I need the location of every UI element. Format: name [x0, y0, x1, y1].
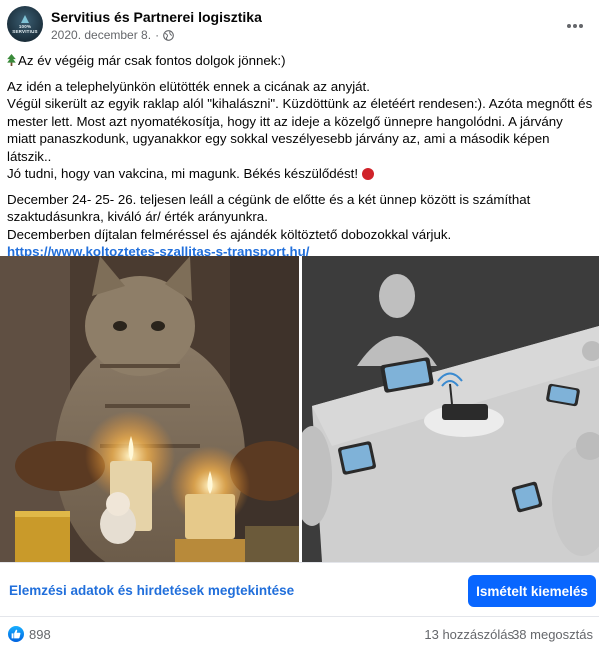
page-name-link[interactable]: Servitius és Partnerei logisztika: [51, 9, 262, 25]
post-photos: [0, 256, 599, 562]
post-paragraph-2: Az idén a telephelyünkön elütötték ennek…: [7, 78, 595, 183]
cat-photo-illustration: [0, 256, 299, 562]
post-date-link[interactable]: 2020. december 8.: [51, 28, 151, 42]
more-options-button[interactable]: [563, 14, 587, 38]
red-heart-emoji-icon: [361, 168, 374, 180]
shares-count-link[interactable]: 38 megosztás: [512, 627, 593, 642]
p2-line-1: Az idén a telephelyünkön elütötték ennek…: [7, 78, 370, 94]
p2-line-3: mester lett. Most azt nyomatékosítja, ho…: [7, 113, 563, 129]
like-icon: [11, 629, 21, 639]
view-insights-link[interactable]: Elemzési adatok és hirdetések megtekinté…: [9, 583, 294, 598]
like-count[interactable]: 898: [29, 627, 51, 642]
p3-line-3: Decemberben díjtalan felméréssel és aján…: [7, 226, 452, 242]
meta-separator: ·: [155, 28, 160, 42]
like-reaction-badge[interactable]: [8, 626, 24, 642]
p2-line-5: Jó tudni, hogy van vakcina, mi magunk. B…: [7, 166, 359, 181]
avatar-logo-text-2: SERVITIUS: [12, 28, 38, 34]
post-paragraph-1: Az év végéig már csak fontos dolgok jönn…: [7, 52, 595, 70]
page-avatar[interactable]: 100% SERVITIUS: [7, 6, 43, 42]
globe-icon: [163, 29, 174, 41]
avatar-logo-icon: [21, 14, 29, 23]
p2-line-2: Végül sikerült az egyik raklap alól "kih…: [7, 96, 593, 111]
table-photo-illustration: [302, 256, 599, 562]
boost-again-button[interactable]: Ismételt kiemelés: [468, 575, 596, 607]
cat-with-candles-photo[interactable]: [0, 256, 299, 562]
post-paragraph-1-text: Az év végéig már csak fontos dolgok jönn…: [18, 53, 286, 68]
post-stats: 898 13 hozzászólás 38 megosztás: [0, 616, 599, 650]
more-icon: [567, 24, 583, 28]
p2-line-4: miatt panaszkodunk, ugyanakkor egy sokka…: [7, 131, 550, 164]
devices-table-photo[interactable]: [302, 256, 599, 562]
post-action-bar: Elemzési adatok és hirdetések megtekinté…: [0, 562, 599, 616]
post-paragraph-3: December 24- 25- 26. teljesen leáll a cé…: [7, 191, 595, 261]
p3-line-2: szaktudásunkra, kiváló ár/ érték arányun…: [7, 209, 268, 224]
post-meta: 2020. december 8. ·: [51, 28, 174, 42]
post-message: Az év végéig már csak fontos dolgok jönn…: [7, 52, 595, 261]
comments-count-link[interactable]: 13 hozzászólás: [424, 627, 514, 642]
p3-line-1: December 24- 25- 26. teljesen leáll a cé…: [7, 191, 531, 207]
tree-emoji-icon: [7, 54, 16, 66]
post-header: 100% SERVITIUS Servitius és Partnerei lo…: [0, 0, 599, 50]
